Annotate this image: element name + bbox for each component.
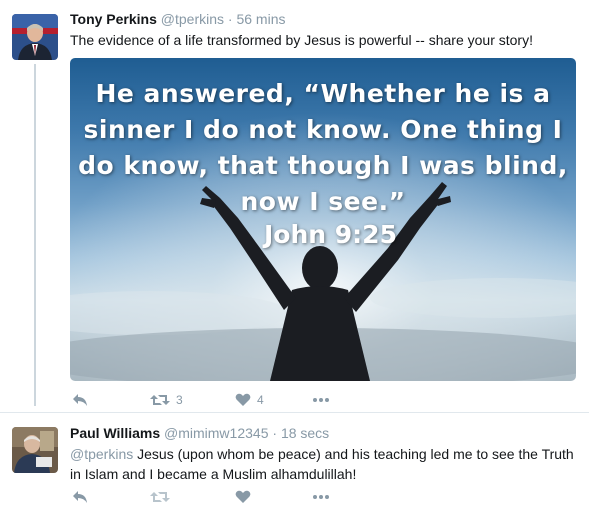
more-button[interactable]: [312, 390, 330, 410]
quote-line: do know, that though I was blind,: [78, 151, 568, 180]
author-handle[interactable]: @tperkins: [161, 11, 224, 27]
tweet-actions: [70, 487, 370, 507]
retweet-count: 3: [176, 393, 183, 407]
reply-icon: [73, 491, 87, 503]
heart-icon: [235, 490, 251, 503]
tweet-actions: 3 4: [70, 390, 370, 410]
mention-link[interactable]: @tperkins: [70, 446, 133, 462]
time-separator: ·: [272, 425, 278, 441]
like-count: 4: [257, 393, 264, 407]
retweet-icon: [150, 492, 170, 502]
time-separator: ·: [227, 11, 233, 27]
author-name[interactable]: Paul Williams: [70, 425, 160, 441]
media-citation: John 9:25: [264, 220, 397, 249]
tweet-media-image[interactable]: He answered, “Whether he is a sinner I d…: [70, 58, 576, 381]
like-button[interactable]: [235, 487, 257, 507]
tweet: Paul Williams @mimimw12345 · 18 secs @tp…: [0, 412, 589, 519]
tweet-header: Paul Williams @mimimw12345 · 18 secs: [70, 424, 329, 442]
quote-line: sinner I do not know. One thing I: [83, 115, 563, 144]
author-name[interactable]: Tony Perkins: [70, 11, 157, 27]
tweet-time[interactable]: 18 secs: [281, 425, 329, 441]
more-button[interactable]: [312, 487, 330, 507]
reply-button[interactable]: [72, 390, 88, 410]
tweet-time[interactable]: 56 mins: [236, 11, 285, 27]
more-icon: [313, 495, 329, 499]
like-button[interactable]: 4: [235, 390, 264, 410]
retweet-icon: [150, 395, 170, 405]
tweet: Tony Perkins @tperkins · 56 mins The evi…: [0, 0, 589, 410]
retweet-button[interactable]: 3: [150, 390, 183, 410]
tweet-text: @tperkins Jesus (upon whom be peace) and…: [70, 444, 580, 484]
quote-line: He answered, “Whether he is a: [95, 79, 551, 108]
heart-icon: [235, 393, 251, 406]
avatar[interactable]: [12, 427, 58, 473]
avatar[interactable]: [12, 14, 58, 60]
more-icon: [313, 398, 329, 402]
reply-icon: [73, 394, 87, 406]
author-handle[interactable]: @mimimw12345: [164, 425, 268, 441]
reply-button[interactable]: [72, 487, 88, 507]
tweet-body: Jesus (upon whom be peace) and his teach…: [70, 446, 574, 482]
retweet-button[interactable]: [150, 487, 176, 507]
media-quote-text: He answered, “Whether he is a sinner I d…: [70, 76, 576, 220]
tweet-header: Tony Perkins @tperkins · 56 mins: [70, 10, 286, 28]
tweet-text: The evidence of a life transformed by Je…: [70, 32, 533, 48]
quote-line: now I see.”: [240, 187, 406, 216]
